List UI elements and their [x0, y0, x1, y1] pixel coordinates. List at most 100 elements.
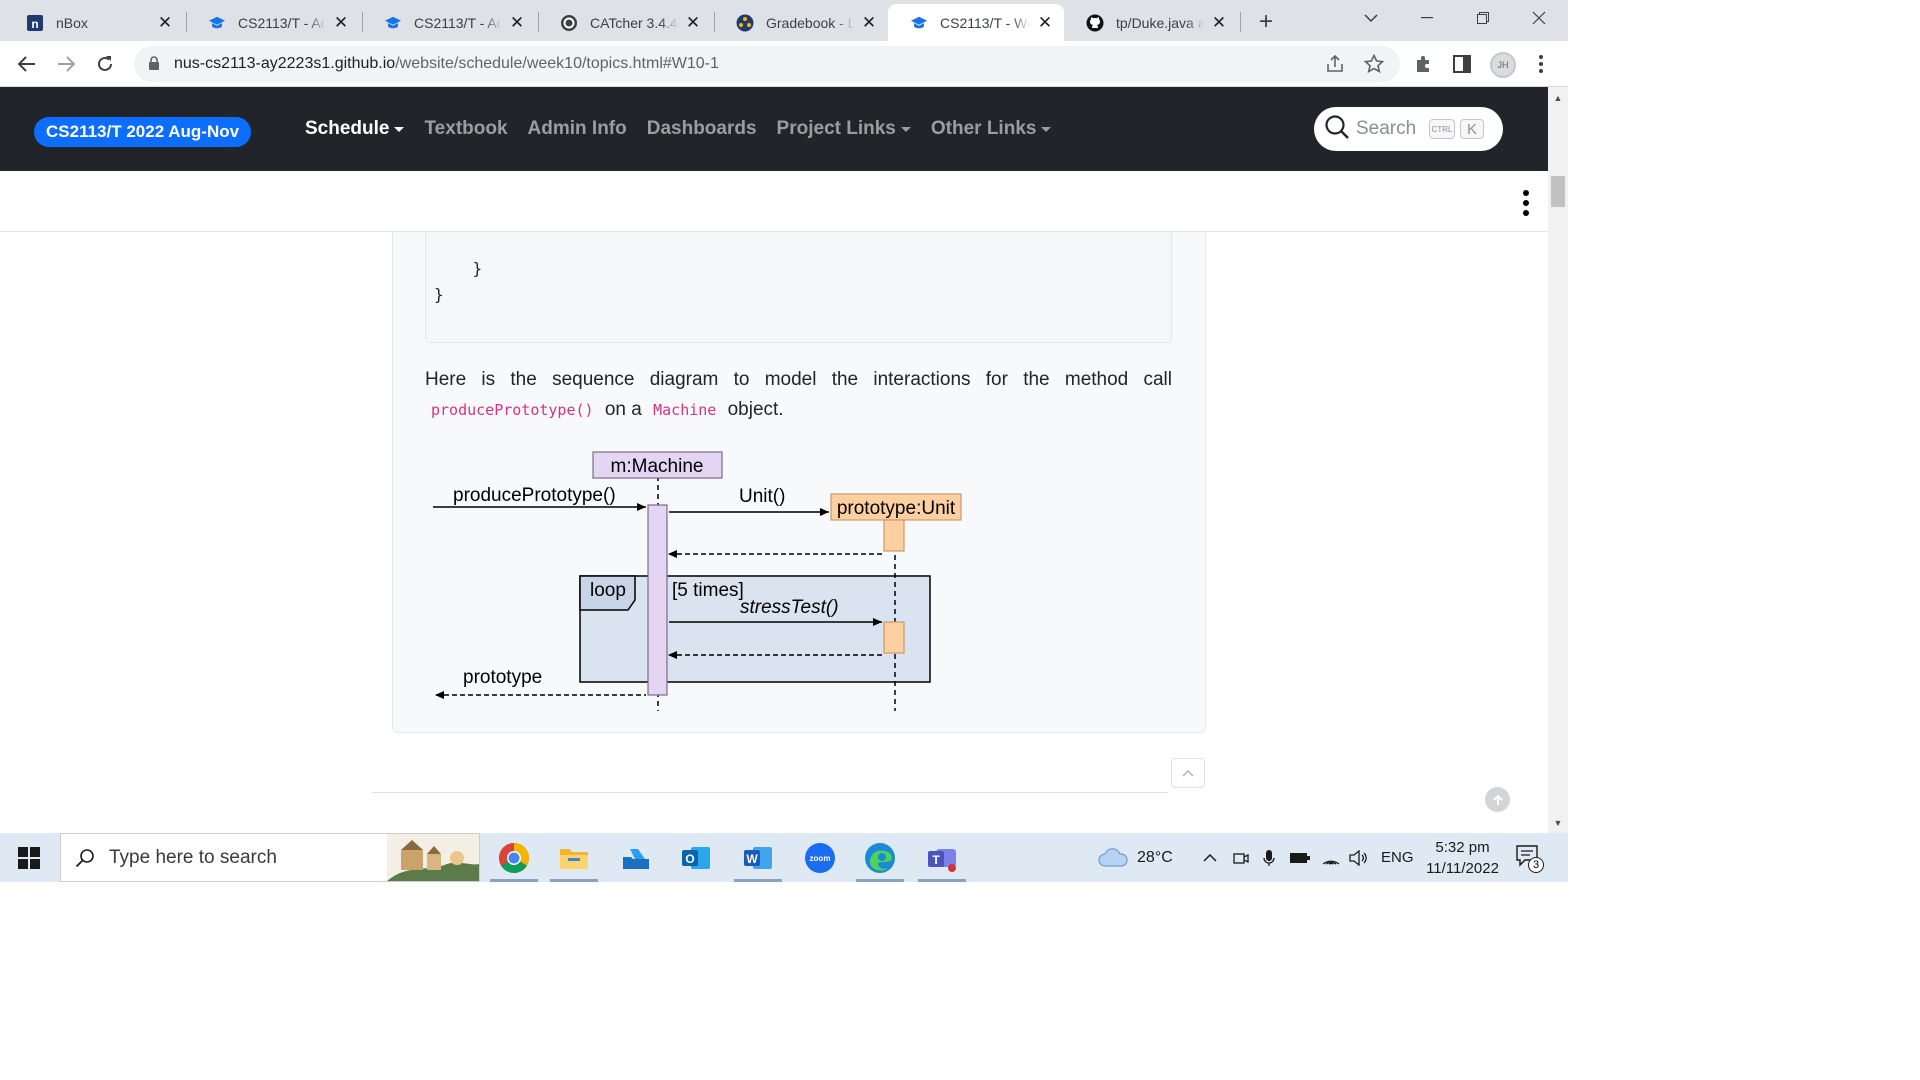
browser-tab-active[interactable]: CS2113/T - We ✕ [888, 4, 1064, 41]
close-tab-icon[interactable]: ✕ [860, 13, 878, 32]
site-search-input[interactable]: Search CTRL K [1314, 107, 1503, 151]
page-menu-icon[interactable] [1520, 190, 1532, 218]
outlook-icon[interactable]: O [666, 833, 726, 882]
weather-temperature: 28°C [1137, 848, 1173, 866]
weather-widget[interactable]: 28°C [1097, 833, 1173, 882]
file-explorer-icon[interactable] [544, 833, 604, 882]
browser-tab[interactable]: n nBox ✕ [4, 4, 184, 41]
windows-start-icon[interactable] [18, 847, 40, 869]
scroll-up-icon[interactable]: ▲ [1548, 90, 1568, 106]
code-block: } } [425, 232, 1172, 343]
browser-tab[interactable]: Gradebook - Lu ✕ [714, 4, 888, 41]
catcher-icon [560, 14, 578, 32]
tab-search-icon[interactable] [1343, 0, 1399, 36]
nav-schedule[interactable]: Schedule [305, 118, 405, 140]
extensions-icon[interactable] [1409, 50, 1437, 78]
site-brand[interactable]: CS2113/T 2022 Aug-Nov [34, 117, 252, 147]
tab-title: CS2113/T - We [940, 14, 1030, 31]
graduation-cap-icon [208, 14, 226, 32]
meet-now-icon[interactable] [1233, 833, 1249, 882]
nav-project-links-label: Project Links [776, 118, 896, 139]
nav-dashboards-label: Dashboards [646, 118, 757, 139]
address-bar[interactable]: nus-cs2113-ay2223s1.github.io/website/sc… [134, 46, 1400, 82]
close-tab-icon[interactable]: ✕ [1036, 13, 1054, 32]
loop-guard: [5 times] [672, 580, 744, 601]
teams-icon[interactable]: T [912, 833, 972, 882]
more-menu-icon[interactable] [1527, 50, 1555, 78]
nav-textbook[interactable]: Textbook [424, 118, 507, 140]
nav-other-links[interactable]: Other Links [931, 118, 1052, 140]
tab-title: tp/Duke.java at [1116, 14, 1204, 31]
close-window-icon[interactable] [1511, 0, 1567, 36]
collapse-up-button[interactable] [1171, 758, 1205, 788]
unit-activation [883, 519, 905, 552]
taskbar-clock[interactable]: 5:32 pm 11/11/2022 [1415, 837, 1510, 879]
close-tab-icon[interactable]: ✕ [1210, 13, 1228, 32]
scroll-to-top-button[interactable] [1485, 787, 1510, 812]
scrollbar-thumb[interactable] [1551, 176, 1565, 207]
windows-taskbar: Type here to search O W zoom T 28°C ENG … [0, 833, 1568, 882]
close-tab-icon[interactable]: ✕ [684, 13, 702, 32]
word-icon[interactable]: W [728, 833, 788, 882]
onedrive-icon[interactable] [606, 833, 666, 882]
notification-count: 3 [1528, 857, 1544, 873]
new-tab-button[interactable]: + [1252, 8, 1280, 36]
close-tab-icon[interactable]: ✕ [332, 13, 350, 32]
create-label: Unit() [739, 486, 785, 507]
notification-icon[interactable]: 3 [1516, 845, 1544, 873]
restore-icon[interactable] [1455, 0, 1511, 36]
scroll-down-icon[interactable]: ▼ [1548, 815, 1568, 831]
svg-text:zoom: zoom [810, 854, 831, 863]
browser-toolbar: nus-cs2113-ay2223s1.github.io/website/sc… [0, 41, 1568, 87]
github-icon [1086, 14, 1104, 32]
minimize-icon[interactable] [1399, 0, 1455, 36]
close-tab-icon[interactable]: ✕ [156, 13, 174, 32]
url-path: /website/schedule/week10/topics.html#W10… [395, 55, 719, 72]
inline-code: producePrototype() [431, 401, 594, 419]
nav-admin-info[interactable]: Admin Info [528, 118, 627, 140]
taskbar-search-input[interactable]: Type here to search [60, 833, 480, 882]
zoom-icon[interactable]: zoom [790, 833, 850, 882]
share-icon[interactable] [1324, 53, 1346, 75]
gradebook-icon [736, 14, 754, 32]
cloud-icon [1097, 847, 1129, 868]
chrome-icon[interactable] [484, 833, 544, 882]
bookmark-star-icon[interactable] [1363, 53, 1385, 75]
edge-icon[interactable] [850, 833, 910, 882]
battery-icon[interactable] [1289, 833, 1311, 882]
clock-date: 11/11/2022 [1426, 860, 1499, 877]
volume-icon[interactable] [1349, 833, 1369, 882]
show-hidden-icons-icon[interactable] [1203, 833, 1217, 882]
code-line: } [434, 285, 444, 304]
graduation-cap-icon [910, 14, 928, 32]
url-host: nus-cs2113-ay2223s1.github.io [174, 55, 396, 72]
input-language[interactable]: ENG [1381, 833, 1414, 882]
browser-tab[interactable]: CS2113/T - Ad ✕ [362, 4, 536, 41]
back-icon[interactable] [13, 50, 41, 78]
lock-icon[interactable] [148, 56, 160, 70]
tab-title: CATcher 3.4.4 - [590, 14, 678, 31]
shortcut-key-ctrl: CTRL [1429, 119, 1455, 139]
microphone-icon[interactable] [1263, 833, 1275, 882]
tab-title: Gradebook - Lu [766, 14, 854, 31]
browser-tab[interactable]: tp/Duke.java at ✕ [1064, 4, 1238, 41]
chevron-down-icon [900, 126, 911, 132]
nav-textbook-label: Textbook [424, 118, 508, 139]
nav-dashboards[interactable]: Dashboards [647, 118, 757, 140]
reload-icon[interactable] [91, 50, 119, 78]
tab-separator [1240, 12, 1241, 32]
nav-links: Schedule Textbook Admin Info Dashboards … [305, 118, 1052, 140]
side-panel-icon[interactable] [1448, 50, 1476, 78]
chevron-down-icon [394, 126, 405, 132]
machine-activation [647, 504, 668, 696]
browser-tab[interactable]: CATcher 3.4.4 - ✕ [538, 4, 712, 41]
loop-label: loop [590, 580, 626, 601]
wifi-icon[interactable] [1321, 833, 1341, 882]
forward-icon[interactable] [52, 50, 80, 78]
browser-tab[interactable]: CS2113/T - Ad ✕ [186, 4, 360, 41]
nav-project-links[interactable]: Project Links [777, 118, 911, 140]
profile-avatar[interactable]: JH [1490, 52, 1516, 78]
paragraph-text: on a [604, 399, 642, 420]
close-tab-icon[interactable]: ✕ [508, 13, 526, 32]
active-app-indicator [856, 879, 904, 882]
